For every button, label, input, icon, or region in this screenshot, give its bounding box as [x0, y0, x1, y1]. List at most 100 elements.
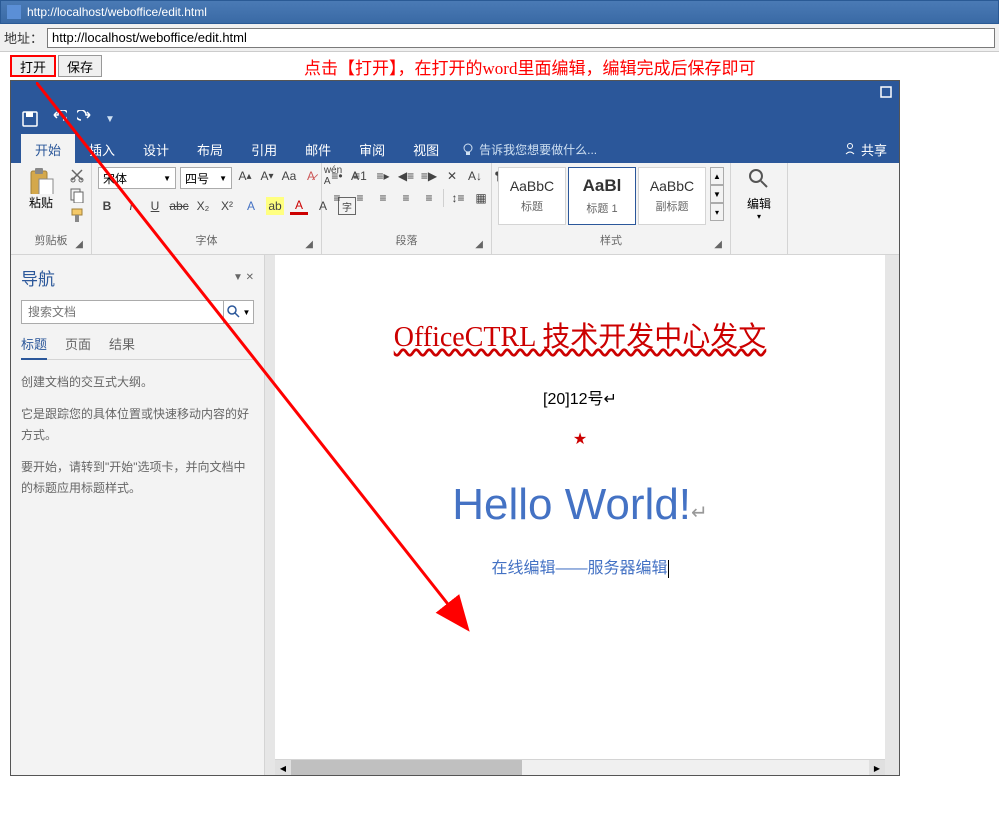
align-left-icon[interactable]: ≡ — [328, 189, 346, 207]
text-effects-icon[interactable]: A — [242, 197, 260, 215]
line-spacing-icon[interactable]: ↕≡ — [449, 189, 467, 207]
multilevel-list-icon[interactable]: ≡▸ — [374, 167, 392, 185]
undo-icon[interactable] — [49, 110, 67, 128]
save-button[interactable]: 保存 — [58, 55, 102, 77]
browser-title-text: http://localhost/weboffice/edit.html — [27, 5, 207, 19]
document-content[interactable]: OfficeCTRL 技术开发中心发文 [20]12号↵ ★ Hello Wor… — [275, 255, 885, 598]
horizontal-scrollbar[interactable]: ◀ ▶ — [275, 759, 885, 775]
styles-group: AaBbC 标题 AaBl 标题 1 AaBbC 副标题 ▲ ▼ ▾ — [492, 163, 731, 254]
tab-home[interactable]: 开始 — [21, 134, 75, 165]
tab-design[interactable]: 设计 — [129, 134, 183, 165]
font-color-icon[interactable]: A — [290, 197, 308, 215]
qat-dropdown-icon[interactable]: ▼ — [105, 114, 115, 125]
maximize-icon[interactable] — [879, 85, 893, 99]
separator — [443, 189, 444, 207]
address-label: 地址： — [4, 28, 43, 47]
tab-mailings[interactable]: 邮件 — [291, 134, 345, 165]
cut-icon[interactable] — [69, 167, 85, 183]
paste-button[interactable]: 粘贴 — [21, 167, 61, 211]
shading-icon[interactable]: ▦ — [472, 189, 490, 207]
scroll-right-icon[interactable]: ▶ — [869, 760, 885, 775]
document-area: 导航 ▼ ✕ ▼ 标题 页面 结果 创建文档的交互式大纲。 它是跟踪您的具体位置… — [11, 255, 899, 775]
style-title[interactable]: AaBbC 标题 — [498, 167, 566, 225]
scroll-left-icon[interactable]: ◀ — [275, 760, 291, 775]
superscript-icon[interactable]: X² — [218, 197, 236, 215]
strikethrough-icon[interactable]: abc — [170, 197, 188, 215]
sort-icon[interactable]: A↓ — [466, 167, 484, 185]
redo-icon[interactable] — [77, 110, 95, 128]
styles-launcher-icon[interactable]: ◢ — [714, 239, 722, 250]
paragraph-launcher-icon[interactable]: ◢ — [475, 239, 483, 250]
tab-layout[interactable]: 布局 — [183, 134, 237, 165]
tab-view[interactable]: 视图 — [399, 134, 453, 165]
nav-tab-headings[interactable]: 标题 — [21, 334, 47, 360]
increase-indent-icon[interactable]: ≡▶ — [420, 167, 438, 185]
numbering-icon[interactable]: ≡1 — [351, 167, 369, 185]
decrease-indent-icon[interactable]: ◀≡ — [397, 167, 415, 185]
doc-subtitle[interactable]: 在线编辑——服务器编辑 — [315, 554, 845, 578]
clear-format-icon[interactable]: A̷ — [302, 167, 320, 185]
paste-icon — [27, 167, 55, 194]
doc-heading[interactable]: OfficeCTRL 技术开发中心发文 — [394, 315, 767, 355]
open-button[interactable]: 打开 — [10, 55, 56, 77]
word-embedded-container: ▼ 开始 插入 设计 布局 引用 邮件 审阅 视图 告诉我您想要做什么... 共… — [10, 80, 900, 776]
share-button[interactable]: 共享 — [831, 136, 899, 163]
nav-pane-title: 导航 — [21, 265, 55, 290]
font-group: 宋体▼ 四号▼ A▴ A▾ Aa A̷ wénA A B I U abc X₂ … — [92, 163, 322, 254]
doc-hello-heading[interactable]: Hello World!↵ — [315, 479, 845, 530]
tab-insert[interactable]: 插入 — [75, 134, 129, 165]
ribbon-content: 粘贴 剪贴板 ◢ 宋体▼ 四号▼ A▴ — [11, 163, 899, 255]
nav-tab-strip: 标题 页面 结果 — [21, 334, 254, 360]
bold-icon[interactable]: B — [98, 197, 116, 215]
align-center-icon[interactable]: ≡ — [351, 189, 369, 207]
font-size-select[interactable]: 四号▼ — [180, 167, 232, 189]
editing-group: 编辑 ▾ — [731, 163, 788, 254]
nav-search-input[interactable] — [21, 300, 224, 324]
address-input[interactable] — [47, 28, 995, 48]
tab-references[interactable]: 引用 — [237, 134, 291, 165]
paragraph-group-label: 段落 ◢ — [328, 230, 485, 250]
tab-review[interactable]: 审阅 — [345, 134, 399, 165]
word-title-bar — [11, 81, 899, 103]
grow-font-icon[interactable]: A▴ — [236, 167, 254, 185]
nav-tab-results[interactable]: 结果 — [109, 334, 135, 353]
doc-number[interactable]: [20]12号↵ — [315, 385, 845, 409]
ribbon-tab-strip: 开始 插入 设计 布局 引用 邮件 审阅 视图 告诉我您想要做什么... 共享 — [11, 135, 899, 163]
distributed-icon[interactable]: ≡ — [420, 189, 438, 207]
subscript-icon[interactable]: X₂ — [194, 197, 212, 215]
bullets-icon[interactable]: ≡• — [328, 167, 346, 185]
asian-char-icon[interactable]: ✕ — [443, 167, 461, 185]
underline-icon[interactable]: U — [146, 197, 164, 215]
nav-search-button[interactable]: ▼ — [224, 300, 254, 324]
font-name-select[interactable]: 宋体▼ — [98, 167, 176, 189]
browser-title-bar: http://localhost/weboffice/edit.html — [0, 0, 999, 24]
shrink-font-icon[interactable]: A▾ — [258, 167, 276, 185]
copy-icon[interactable] — [69, 187, 85, 203]
doc-star[interactable]: ★ — [315, 429, 845, 449]
style-more-icon[interactable]: ▾ — [710, 203, 724, 221]
nav-tab-pages[interactable]: 页面 — [65, 334, 91, 353]
find-button[interactable]: 编辑 ▾ — [737, 167, 781, 221]
save-qat-icon[interactable] — [21, 110, 39, 128]
align-right-icon[interactable]: ≡ — [374, 189, 392, 207]
nav-dropdown-icon[interactable]: ▼ ✕ — [233, 272, 254, 283]
format-painter-icon[interactable] — [69, 207, 85, 223]
quick-access-toolbar: ▼ — [11, 103, 899, 135]
lightbulb-icon — [461, 142, 475, 156]
style-down-icon[interactable]: ▼ — [710, 185, 724, 203]
clipboard-group-label: 剪贴板 ◢ — [17, 230, 85, 250]
tell-me-search[interactable]: 告诉我您想要做什么... — [461, 141, 597, 158]
font-launcher-icon[interactable]: ◢ — [305, 239, 313, 250]
page-canvas[interactable]: OfficeCTRL 技术开发中心发文 [20]12号↵ ★ Hello Wor… — [275, 255, 885, 775]
style-up-icon[interactable]: ▲ — [710, 167, 724, 185]
highlight-icon[interactable]: ab — [266, 197, 284, 215]
scroll-thumb[interactable] — [291, 760, 522, 775]
italic-icon[interactable]: I — [122, 197, 140, 215]
style-heading1[interactable]: AaBl 标题 1 — [568, 167, 636, 225]
clipboard-launcher-icon[interactable]: ◢ — [75, 239, 83, 250]
clipboard-group: 粘贴 剪贴板 ◢ — [11, 163, 92, 254]
change-case-icon[interactable]: Aa — [280, 167, 298, 185]
webpage-button-row: 打开 保存 点击【打开】，在打开的word里面编辑，编辑完成后保存即可 — [0, 52, 999, 80]
style-subtitle[interactable]: AaBbC 副标题 — [638, 167, 706, 225]
justify-icon[interactable]: ≡ — [397, 189, 415, 207]
